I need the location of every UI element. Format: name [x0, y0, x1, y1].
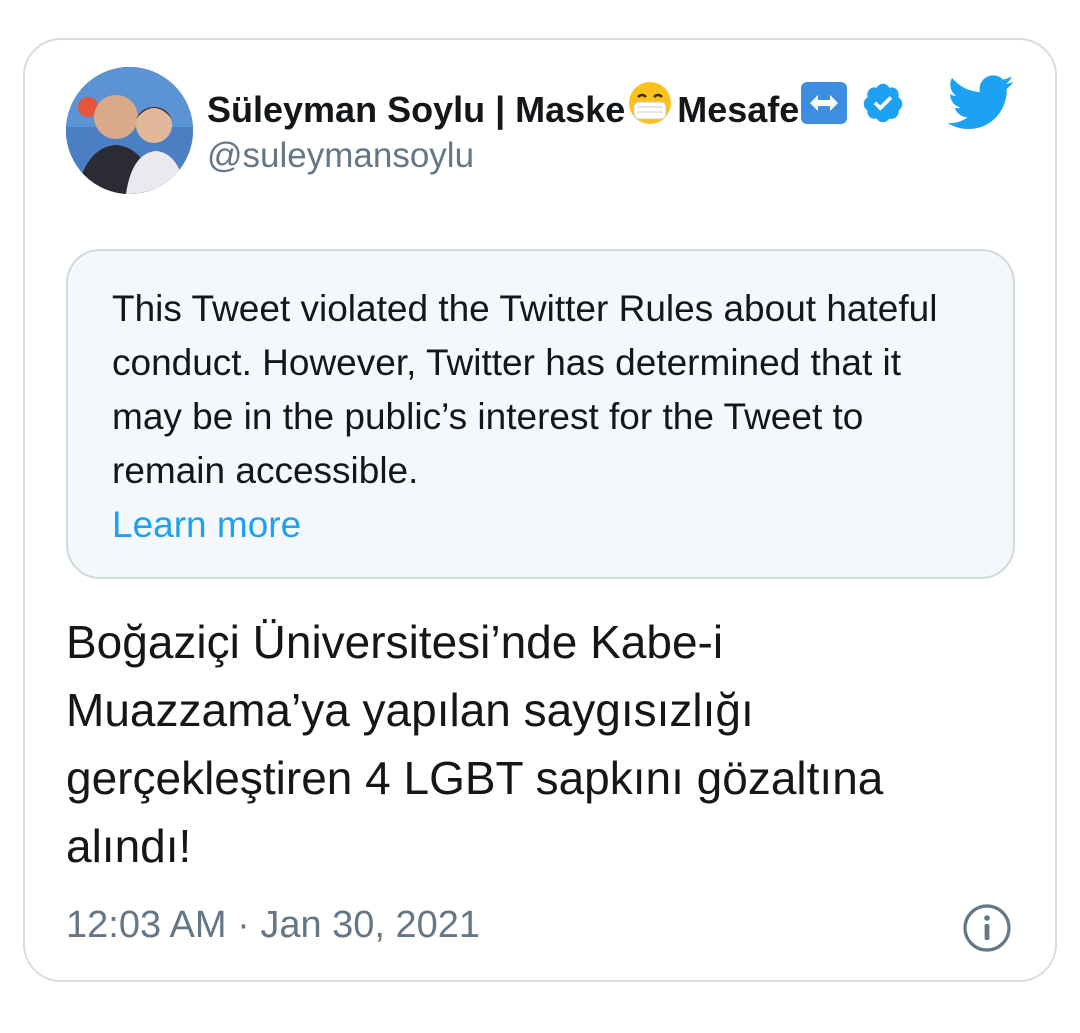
info-icon[interactable]	[962, 903, 1012, 953]
author-name-part1: Süleyman Soylu | Maske	[207, 88, 626, 130]
learn-more-link[interactable]: Learn more	[112, 498, 301, 552]
twitter-bird-icon[interactable]	[947, 75, 1015, 131]
avatar[interactable]	[66, 67, 193, 194]
face-with-medical-mask-icon	[627, 80, 673, 139]
tweet-text: Boğaziçi Üniversitesi’nde Kabe-i Muazzam…	[66, 616, 884, 872]
public-interest-notice: This Tweet violated the Twitter Rules ab…	[66, 249, 1015, 579]
author-display-name[interactable]: Süleyman Soylu | Maske Mesafe	[207, 80, 905, 139]
author-name-part2: Mesafe	[677, 88, 800, 130]
left-right-arrow-icon	[801, 82, 848, 137]
notice-text: This Tweet violated the Twitter Rules ab…	[112, 288, 938, 491]
tweet-timestamp[interactable]: 12:03 AM · Jan 30, 2021	[66, 900, 480, 950]
verified-badge-icon	[861, 81, 905, 138]
author-handle[interactable]: @suleymansoylu	[207, 134, 474, 178]
